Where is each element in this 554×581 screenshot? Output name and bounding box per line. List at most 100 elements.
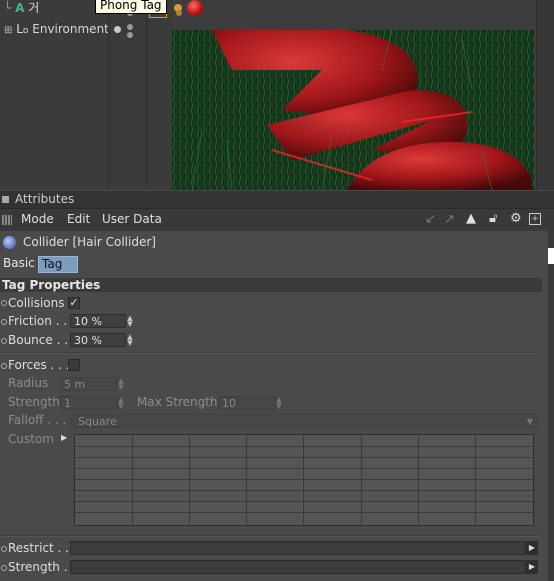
bounce-dots: . . bbox=[56, 333, 69, 347]
grid-line bbox=[75, 446, 533, 447]
bounce-label-text: Bounce bbox=[8, 333, 53, 347]
chevron-down-icon: ▼ bbox=[526, 417, 533, 426]
bounce-field[interactable]: 30 % bbox=[70, 333, 126, 347]
bounce-spinner[interactable]: ▲ ▼ bbox=[126, 334, 134, 347]
grid-line bbox=[189, 435, 190, 525]
strength-spinner[interactable]: ▲ ▼ bbox=[117, 397, 125, 410]
panel-right-strip bbox=[548, 231, 554, 581]
lock-icon[interactable]: 🔓︎ bbox=[489, 211, 497, 226]
object-title: Collider [Hair Collider] bbox=[23, 235, 156, 249]
expand-arrow-icon[interactable]: ▶ bbox=[61, 433, 67, 442]
attributes-header: Attributes bbox=[0, 191, 554, 208]
keyframe-bullet[interactable] bbox=[1, 300, 7, 306]
friction-label: Friction . . . bbox=[8, 314, 75, 328]
radius-field[interactable]: 5 m bbox=[60, 377, 118, 391]
attributes-menubar: Mode Edit User Data ↙ ↗ ▲ 🔓︎ ⚙︎ + bbox=[0, 208, 554, 231]
visibility-dot[interactable] bbox=[127, 24, 133, 30]
forces-label: Forces . . . bbox=[8, 358, 70, 372]
collider-tag-icon bbox=[3, 236, 16, 249]
keyframe-bullet[interactable] bbox=[1, 319, 7, 325]
grid-line bbox=[75, 501, 533, 502]
settings-icon[interactable]: ⚙︎ bbox=[510, 211, 522, 226]
viewport-render bbox=[172, 30, 534, 190]
keyframe-bullet[interactable] bbox=[1, 546, 7, 552]
partial-window-edge bbox=[548, 248, 554, 264]
object-label: 거 bbox=[28, 1, 40, 15]
keyframe-bullet[interactable] bbox=[1, 338, 7, 344]
viewport[interactable] bbox=[172, 30, 534, 190]
tag-column bbox=[146, 0, 173, 188]
collisions-checkbox[interactable]: ✓ bbox=[68, 297, 80, 309]
panel-handle-icon[interactable] bbox=[2, 196, 9, 203]
environment-icon-o: o bbox=[22, 26, 29, 36]
collisions-label: Collisions bbox=[8, 296, 65, 310]
strength-field[interactable]: 1 bbox=[60, 396, 118, 410]
forces-label-text: Forces bbox=[8, 358, 47, 372]
grid-line bbox=[132, 435, 133, 525]
back-icon[interactable]: ↙ bbox=[425, 212, 436, 227]
grip-icon[interactable] bbox=[2, 215, 12, 225]
layer-dot[interactable] bbox=[114, 26, 121, 33]
attributes-title: Attributes bbox=[15, 192, 75, 206]
restrict-label-text: Restrict bbox=[8, 541, 54, 555]
grid-line bbox=[75, 512, 533, 513]
grid-line bbox=[246, 435, 247, 525]
object-label: Environment bbox=[32, 22, 109, 36]
up-arrow-icon[interactable]: ▲ bbox=[466, 211, 476, 226]
max-strength-field[interactable]: 10 bbox=[218, 396, 276, 410]
strength-label: Strength bbox=[8, 395, 60, 409]
grid-line bbox=[475, 435, 476, 525]
falloff-dropdown[interactable]: Square ▼ bbox=[70, 414, 538, 428]
max-strength-spinner[interactable]: ▲ ▼ bbox=[275, 397, 283, 410]
environment-icon: L bbox=[16, 22, 23, 36]
custom-label: Custom bbox=[8, 432, 54, 446]
bounce-label: Bounce . . bbox=[8, 333, 68, 347]
radius-spinner[interactable]: ▲ ▼ bbox=[117, 378, 125, 391]
radius-label: Radius bbox=[8, 376, 49, 390]
menu-mode[interactable]: Mode bbox=[21, 209, 54, 231]
visibility-columns bbox=[108, 0, 147, 188]
strength-spline-arrow-icon[interactable]: ▶ bbox=[526, 560, 538, 574]
grid-line bbox=[75, 490, 533, 491]
expand-icon[interactable]: ⊞ bbox=[4, 25, 12, 36]
custom-spline-graph[interactable] bbox=[74, 434, 534, 526]
keyframe-bullet[interactable] bbox=[1, 565, 7, 571]
tab-tag[interactable]: Tag bbox=[38, 256, 78, 273]
object-manager: └ A 거 ⊞ Lo Environment bbox=[0, 0, 109, 188]
text-object-icon: A bbox=[15, 1, 25, 15]
falloff-label: Falloff . . . . bbox=[8, 413, 74, 427]
restrict-field[interactable] bbox=[70, 541, 526, 555]
menu-user-data[interactable]: User Data bbox=[102, 209, 162, 231]
divider bbox=[0, 352, 540, 354]
material-tag-icon[interactable] bbox=[187, 0, 203, 16]
keyframe-bullet[interactable] bbox=[1, 363, 7, 369]
top-area: └ A 거 ⊞ Lo Environment Phong Tag bbox=[0, 0, 554, 190]
strength-spline-field[interactable] bbox=[70, 560, 526, 574]
grid-line bbox=[418, 435, 419, 525]
falloff-label-text: Falloff bbox=[8, 413, 44, 427]
friction-field[interactable]: 10 % bbox=[70, 314, 126, 328]
tab-basic[interactable]: Basic bbox=[0, 256, 38, 271]
forward-icon[interactable]: ↗ bbox=[444, 212, 455, 227]
object-row-1[interactable]: └ A 거 bbox=[4, 0, 39, 16]
max-strength-label: Max Strength bbox=[137, 395, 218, 409]
menu-edit[interactable]: Edit bbox=[67, 209, 90, 231]
tooltip: Phong Tag bbox=[95, 0, 167, 14]
grid-line bbox=[361, 435, 362, 525]
strength-spline-label: Strength . . bbox=[8, 560, 75, 574]
restrict-dots: . . bbox=[57, 541, 69, 555]
restrict-arrow-icon[interactable]: ▶ bbox=[526, 541, 538, 555]
restrict-label: Restrict . . bbox=[8, 541, 69, 555]
friction-spinner[interactable]: ▲ ▼ bbox=[126, 315, 134, 328]
object-row-environment[interactable]: ⊞ Lo Environment bbox=[4, 21, 109, 37]
forces-checkbox[interactable] bbox=[68, 359, 80, 371]
forces-dots: . . . bbox=[50, 358, 70, 372]
strength-spline-label-text: Strength bbox=[8, 560, 60, 574]
visibility-dot[interactable] bbox=[127, 32, 133, 38]
phong-tag-icon-part bbox=[176, 10, 182, 16]
right-panel-edge bbox=[536, 0, 554, 190]
grid-line bbox=[75, 457, 533, 458]
new-panel-icon[interactable]: + bbox=[529, 213, 541, 225]
divider bbox=[0, 535, 540, 537]
grid-line bbox=[75, 468, 533, 469]
